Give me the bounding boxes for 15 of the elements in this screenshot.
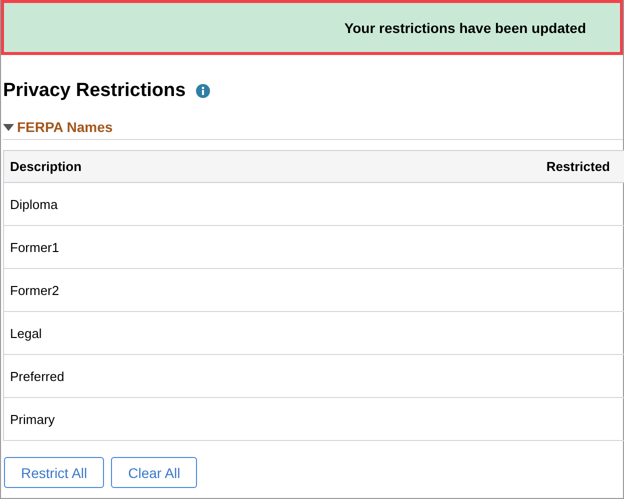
column-header: Restricted: [314, 150, 624, 182]
page-title: Privacy Restrictions: [3, 80, 186, 102]
column-header: Description: [4, 150, 315, 182]
section-toggle[interactable]: FERPA Names: [3, 119, 113, 139]
action-button[interactable]: Restrict All: [4, 457, 104, 488]
caret-icon: [3, 124, 14, 130]
table-cell: Former2: [4, 268, 315, 312]
table-cell: Primary: [4, 398, 315, 440]
table-cell: Legal: [4, 312, 315, 354]
banner-message: Your restrictions have been updated: [344, 20, 586, 36]
info-icon[interactable]: [196, 84, 210, 98]
table-cell: Former1: [4, 226, 315, 268]
table-cell: Diploma: [4, 182, 315, 226]
action-button[interactable]: Clear All: [111, 457, 198, 488]
table-cell: Preferred: [4, 354, 315, 398]
